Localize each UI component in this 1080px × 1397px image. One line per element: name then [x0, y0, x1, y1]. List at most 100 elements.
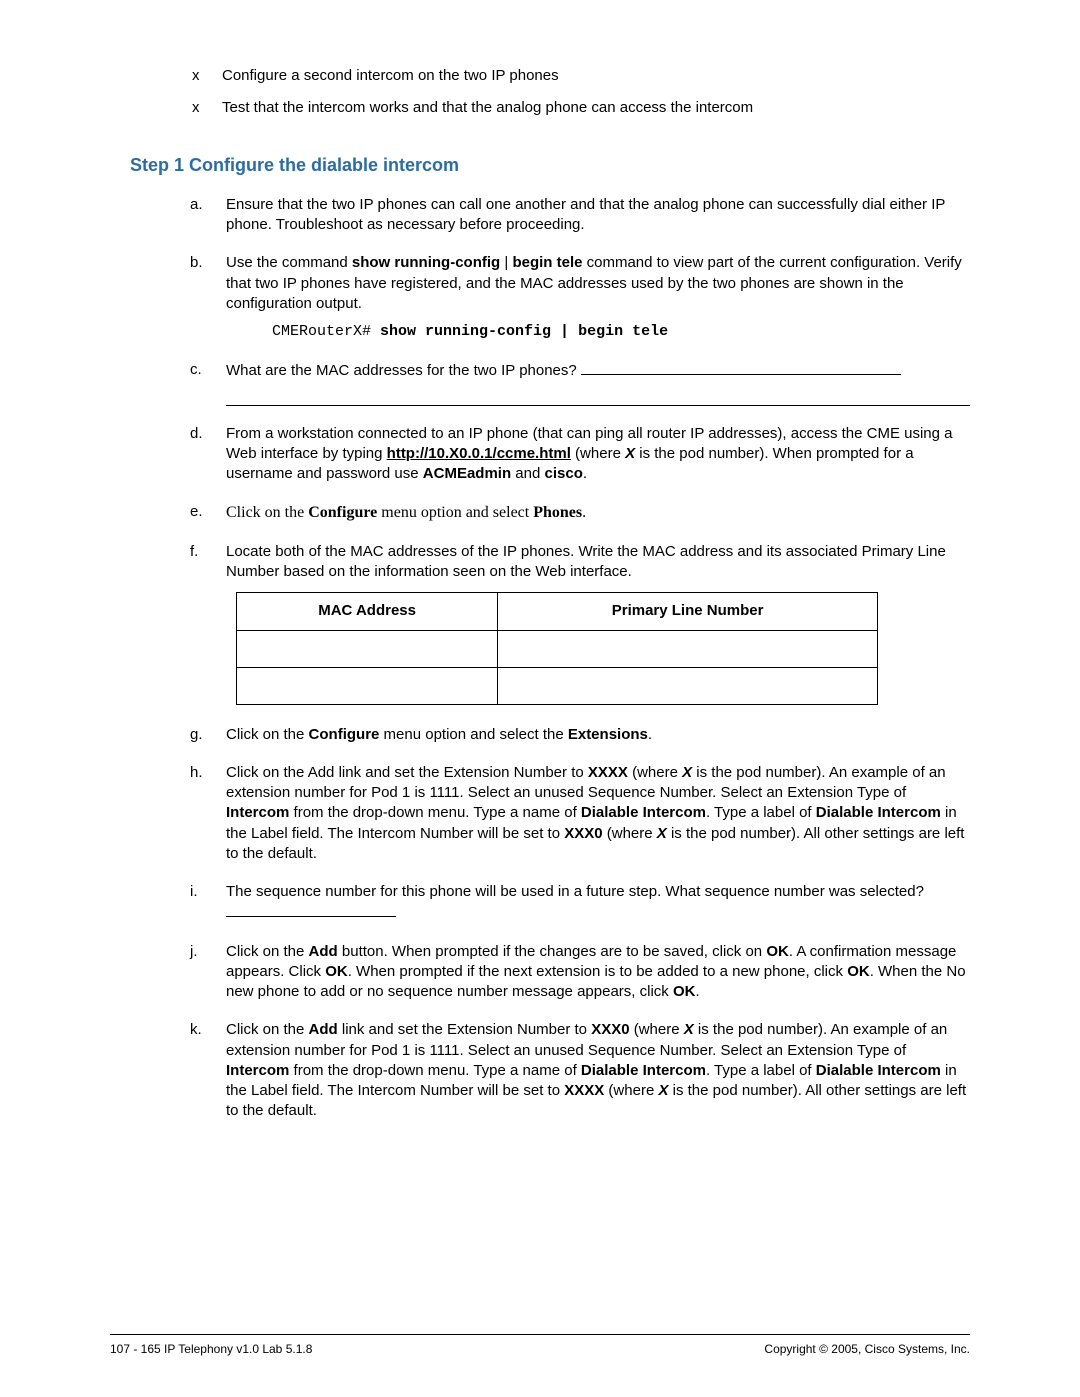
- pass: cisco: [545, 465, 583, 482]
- marker: k.: [190, 1020, 202, 1040]
- page: x Configure a second intercom on the two…: [0, 0, 1080, 1397]
- table-row: [237, 630, 878, 667]
- code-block: CMERouterX# show running-config | begin …: [272, 322, 970, 342]
- step-b: b. Use the command show running-config |…: [190, 253, 970, 342]
- step-list: a. Ensure that the two IP phones can cal…: [190, 195, 970, 1122]
- cmd: begin tele: [512, 254, 582, 271]
- t: from the drop-down menu. Type a name of: [289, 1062, 581, 1079]
- cell: [498, 667, 878, 704]
- url: http://10.X0.0.1/ccme.html: [387, 445, 571, 462]
- footer: 107 - 165 IP Telephony v1.0 Lab 5.1.8 Co…: [110, 1334, 970, 1357]
- marker: j.: [190, 942, 198, 962]
- objective-list: x Configure a second intercom on the two…: [192, 60, 970, 125]
- step-j: j. Click on the Add button. When prompte…: [190, 942, 970, 1003]
- v: OK: [325, 963, 348, 980]
- user: ACMEadmin: [423, 465, 511, 482]
- t: link and set the Extension Number to: [338, 1021, 591, 1038]
- text: Use the command show running-config | be…: [226, 254, 962, 312]
- blank-line: [581, 360, 901, 375]
- list-item: x Test that the intercom works and that …: [192, 92, 970, 124]
- table-header-row: MAC Address Primary Line Number: [237, 593, 878, 630]
- cmd: show running-config: [352, 254, 500, 271]
- col-mac: MAC Address: [237, 593, 498, 630]
- marker: i.: [190, 882, 198, 902]
- col-line: Primary Line Number: [498, 593, 878, 630]
- text: Click on the Add link and set the Extens…: [226, 1021, 966, 1119]
- t: (where: [630, 1021, 684, 1038]
- text: Click on the Configure menu option and s…: [226, 726, 652, 743]
- footer-right: Copyright © 2005, Cisco Systems, Inc.: [764, 1341, 970, 1357]
- t: .: [695, 983, 699, 1000]
- v: Intercom: [226, 1062, 289, 1079]
- v: Intercom: [226, 804, 289, 821]
- t: Click on the: [226, 943, 309, 960]
- marker: g.: [190, 725, 203, 745]
- t: Click on the: [226, 504, 308, 521]
- step-c: c. What are the MAC addresses for the tw…: [190, 360, 970, 405]
- v: OK: [847, 963, 870, 980]
- text: Click on the Add link and set the Extens…: [226, 764, 964, 862]
- var: X: [657, 825, 667, 842]
- t: .: [583, 465, 587, 482]
- text: What are the MAC addresses for the two I…: [226, 362, 581, 379]
- step-e: e. Click on the Configure menu option an…: [190, 502, 970, 524]
- t: . Type a label of: [706, 1062, 816, 1079]
- marker: d.: [190, 424, 203, 444]
- menu: Extensions: [568, 726, 648, 743]
- content: x Configure a second intercom on the two…: [110, 60, 970, 1122]
- step-g: g. Click on the Configure menu option an…: [190, 725, 970, 745]
- cell: [237, 667, 498, 704]
- v: Dialable Intercom: [816, 1062, 941, 1079]
- footer-row: 107 - 165 IP Telephony v1.0 Lab 5.1.8 Co…: [110, 1341, 970, 1357]
- cell: [498, 630, 878, 667]
- v: XXXX: [564, 1082, 604, 1099]
- list-text: Configure a second intercom on the two I…: [222, 67, 559, 84]
- bullet-x-icon: x: [192, 98, 200, 118]
- v: OK: [766, 943, 789, 960]
- text: Locate both of the MAC addresses of the …: [226, 543, 946, 580]
- step-i: i. The sequence number for this phone wi…: [190, 882, 970, 924]
- t: (where: [571, 445, 625, 462]
- v: Add: [309, 943, 338, 960]
- t: Click on the: [226, 1021, 309, 1038]
- blank-line: [226, 404, 970, 406]
- marker: b.: [190, 253, 203, 273]
- var: X: [682, 764, 692, 781]
- t: |: [500, 254, 512, 271]
- blank-line: [226, 902, 396, 917]
- step-d: d. From a workstation connected to an IP…: [190, 424, 970, 485]
- t: (where: [603, 825, 657, 842]
- t: .: [648, 726, 652, 743]
- cell: [237, 630, 498, 667]
- t: . Type a label of: [706, 804, 816, 821]
- var: X: [658, 1082, 668, 1099]
- t: (where: [628, 764, 682, 781]
- t: Click on the Add link and set the Extens…: [226, 764, 588, 781]
- marker: e.: [190, 502, 203, 522]
- t: and: [511, 465, 544, 482]
- table-row: [237, 667, 878, 704]
- t: menu option and select: [377, 504, 533, 521]
- text: Click on the Add button. When prompted i…: [226, 943, 966, 1001]
- t: from the drop-down menu. Type a name of: [289, 804, 581, 821]
- t: (where: [604, 1082, 658, 1099]
- text: The sequence number for this phone will …: [226, 883, 924, 900]
- list-text: Test that the intercom works and that th…: [222, 99, 753, 116]
- menu: Phones: [533, 504, 582, 521]
- step-f: f. Locate both of the MAC addresses of t…: [190, 542, 970, 705]
- v: Add: [309, 1021, 338, 1038]
- step-heading: Step 1 Configure the dialable intercom: [130, 153, 970, 177]
- t: . When prompted if the next extension is…: [348, 963, 847, 980]
- step-h: h. Click on the Add link and set the Ext…: [190, 763, 970, 864]
- marker: a.: [190, 195, 203, 215]
- t: Use the command: [226, 254, 352, 271]
- marker: h.: [190, 763, 203, 783]
- prompt: CMERouterX#: [272, 323, 380, 340]
- v: Dialable Intercom: [816, 804, 941, 821]
- t: Click on the: [226, 726, 309, 743]
- var: X: [684, 1021, 694, 1038]
- t: menu option and select the: [379, 726, 567, 743]
- footer-left: 107 - 165 IP Telephony v1.0 Lab 5.1.8: [110, 1341, 312, 1357]
- v: XXX0: [564, 825, 602, 842]
- step-k: k. Click on the Add link and set the Ext…: [190, 1020, 970, 1121]
